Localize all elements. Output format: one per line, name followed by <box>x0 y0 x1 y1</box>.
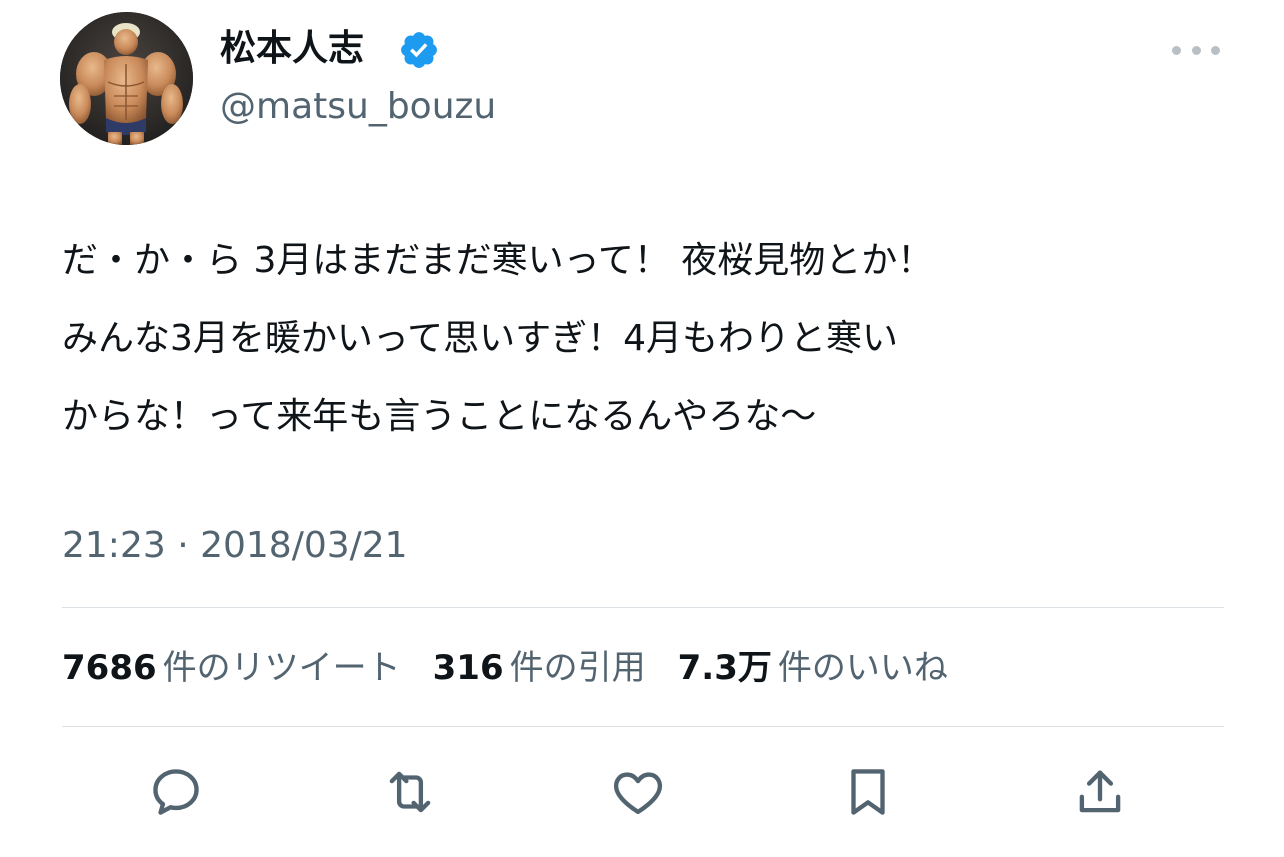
more-options-icon[interactable] <box>1172 36 1220 64</box>
tweet: 松本人志 @matsu_bouzu だ・か・ら 3月はまだまだ寒いって！ 夜桜見… <box>0 0 1284 857</box>
user-handle[interactable]: @matsu_bouzu <box>220 82 496 132</box>
tweet-text-line: みんな3月を暖かいって思いすぎ！4月もわりと寒い <box>62 318 899 359</box>
tweet-text-line: だ・か・ら 3月はまだまだ寒いって！ 夜桜見物とか！ <box>62 240 934 281</box>
engagement-stats: 7686 件のリツイート 316 件の引用 7.3万 件のいいね <box>62 638 980 698</box>
avatar[interactable] <box>60 12 193 145</box>
like-label: 件のいいね <box>777 648 948 688</box>
tweet-timestamp[interactable]: 21:23 · 2018/03/21 <box>62 518 408 574</box>
tweet-text: だ・か・ら 3月はまだまだ寒いって！ 夜桜見物とか！ みんな3月を暖かいって思い… <box>62 222 1242 456</box>
reply-button[interactable] <box>144 760 208 824</box>
quote-count: 316 <box>432 648 504 688</box>
action-bar <box>120 760 1170 824</box>
share-button[interactable] <box>1068 760 1132 824</box>
like-icon <box>613 772 663 814</box>
divider <box>62 607 1224 608</box>
divider <box>62 726 1224 727</box>
like-count: 7.3万 <box>677 648 772 688</box>
retweet-label: 件のリツイート <box>162 648 401 688</box>
avatar-image <box>60 12 193 145</box>
retweet-icon <box>389 771 431 813</box>
like-button[interactable] <box>606 760 670 824</box>
reply-icon <box>153 769 199 815</box>
retweet-count-link[interactable]: 7686 件のリツイート <box>62 638 401 698</box>
verified-badge-icon <box>401 32 437 68</box>
quote-label: 件の引用 <box>509 648 646 688</box>
quote-count-link[interactable]: 316 件の引用 <box>433 638 646 698</box>
tweet-text-line: からな！って来年も言うことになるんやろな〜 <box>62 396 817 437</box>
share-icon <box>1079 770 1121 813</box>
like-count-link[interactable]: 7.3万 件のいいね <box>678 638 948 698</box>
retweet-button[interactable] <box>378 760 442 824</box>
display-name[interactable]: 松本人志 <box>220 24 364 74</box>
bookmark-button[interactable] <box>836 760 900 824</box>
bookmark-icon <box>851 769 885 815</box>
retweet-count: 7686 <box>62 648 157 688</box>
